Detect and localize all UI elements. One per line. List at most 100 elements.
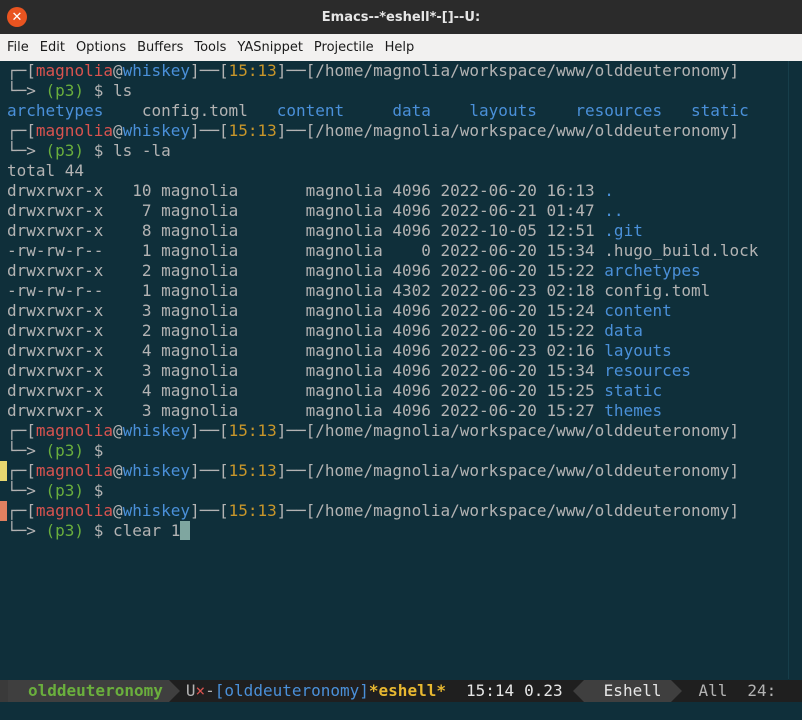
- prompt-separator: ]──[: [190, 61, 229, 80]
- ls-la-row: drwxrwxr-x 2 magnolia magnolia 4096 2022…: [7, 321, 643, 341]
- menu-tools[interactable]: Tools: [189, 40, 231, 55]
- prompt-separator: ]──[: [190, 421, 229, 440]
- col-spacer: [431, 401, 441, 420]
- ls-spacer: [344, 101, 392, 120]
- file-permissions: -rw-rw-r--: [7, 281, 104, 300]
- prompt-user: magnolia: [35, 421, 113, 440]
- prompt-input-line: └─> (p3) $ ls -la: [7, 141, 171, 161]
- file-time: 01:47: [546, 201, 595, 220]
- eshell-buffer[interactable]: ┌─[magnolia@whiskey]──[15:13]──[/home/ma…: [0, 61, 788, 679]
- prompt-dollar: $: [84, 441, 113, 460]
- file-permissions: drwxrwxr-x: [7, 361, 104, 380]
- file-links: 8: [141, 221, 152, 240]
- file-time: 15:34: [546, 361, 595, 380]
- col-spacer: [103, 381, 142, 400]
- prompt-host: whiskey: [122, 61, 191, 80]
- ls-spacer: [248, 101, 277, 120]
- file-size: 4096: [392, 381, 431, 400]
- col-spacer: [152, 261, 162, 280]
- col-spacer: [595, 241, 605, 260]
- ls-la-row: drwxrwxr-x 4 magnolia magnolia 4096 2022…: [7, 381, 662, 401]
- prompt-at: @: [112, 421, 123, 440]
- close-window-button[interactable]: ✕: [7, 7, 27, 27]
- col-spacer: [383, 401, 393, 420]
- file-links: 1: [141, 241, 152, 260]
- col-spacer: [103, 301, 142, 320]
- col-spacer: [152, 241, 162, 260]
- menu-projectile[interactable]: Projectile: [309, 40, 379, 55]
- file-time: 15:22: [546, 321, 595, 340]
- prompt-input-line: └─> (p3) $ ls: [7, 81, 132, 101]
- modeline-project[interactable]: olddeuteronomy: [8, 680, 169, 702]
- menu-buffers[interactable]: Buffers: [132, 40, 188, 55]
- modeline-major-mode[interactable]: Eshell: [583, 680, 672, 702]
- prompt-input-line: └─> (p3) $: [7, 441, 113, 461]
- prompt-time: 15:13: [228, 61, 277, 80]
- file-permissions: drwxrwxr-x: [7, 301, 104, 320]
- col-spacer: [152, 341, 162, 360]
- col-spacer: [383, 381, 393, 400]
- file-links: 10: [132, 181, 152, 200]
- col-spacer: [431, 261, 441, 280]
- modeline-dash: -: [205, 681, 215, 700]
- file-permissions: drwxrwxr-x: [7, 381, 104, 400]
- modeline-project-bracket[interactable]: [olddeuteronomy]: [215, 680, 369, 702]
- file-group: magnolia: [305, 241, 383, 260]
- file-links: 3: [141, 401, 152, 420]
- col-spacer: [431, 321, 441, 340]
- col-spacer: [595, 261, 605, 280]
- prompt-input-line: └─> (p3) $ clear 1: [7, 521, 191, 541]
- file-name: .: [604, 181, 614, 200]
- file-time: 12:51: [546, 221, 595, 240]
- file-name: content: [604, 301, 672, 320]
- col-spacer: [152, 321, 162, 340]
- menu-file[interactable]: File: [2, 40, 34, 55]
- col-spacer: [103, 201, 142, 220]
- minibuffer[interactable]: [0, 702, 802, 720]
- file-name: resources: [604, 361, 691, 380]
- prompt-path: /home/magnolia/workspace/www/olddeuteron…: [315, 61, 730, 80]
- file-size: 4096: [392, 221, 431, 240]
- prompt-corner-bottom: └─>: [7, 141, 46, 160]
- file-date: 2022-06-20: [440, 241, 537, 260]
- vertical-scrollbar[interactable]: [788, 61, 802, 679]
- file-date: 2022-06-23: [440, 281, 537, 300]
- col-spacer: [431, 221, 441, 240]
- col-spacer: [383, 321, 393, 340]
- prompt-time: 15:13: [228, 121, 277, 140]
- file-group: magnolia: [305, 321, 383, 340]
- file-name: archetypes: [604, 261, 701, 280]
- prompt-separator: ]──[: [276, 461, 316, 480]
- file-owner: magnolia: [161, 361, 239, 380]
- col-spacer: [238, 221, 305, 240]
- prompt-close: ]: [729, 421, 740, 440]
- file-size: 4096: [392, 301, 431, 320]
- ls-spacer: [749, 101, 788, 120]
- col-spacer: [595, 201, 605, 220]
- prompt-host: whiskey: [122, 421, 191, 440]
- col-spacer: [152, 301, 162, 320]
- menu-help[interactable]: Help: [380, 40, 420, 55]
- ls-la-row: drwxrwxr-x 10 magnolia magnolia 4096 202…: [7, 181, 614, 201]
- col-spacer: [103, 221, 142, 240]
- file-time: 15:25: [546, 381, 595, 400]
- menu-options[interactable]: Options: [71, 40, 131, 55]
- prompt-header-line: ┌─[magnolia@whiskey]──[15:13]──[/home/ma…: [7, 461, 739, 481]
- prompt-corner-top: ┌─[: [7, 501, 36, 520]
- file-links: 7: [141, 201, 152, 220]
- modeline-coding: U: [185, 681, 196, 700]
- menu-yasnippet[interactable]: YASnippet: [232, 40, 308, 55]
- ls-entry: resources: [575, 101, 663, 120]
- col-spacer: [431, 301, 441, 320]
- col-spacer: [238, 181, 305, 200]
- col-spacer: [383, 281, 393, 300]
- file-group: magnolia: [305, 221, 383, 240]
- col-spacer: [152, 221, 162, 240]
- file-size: 4096: [392, 181, 431, 200]
- menu-edit[interactable]: Edit: [35, 40, 70, 55]
- col-spacer: [152, 181, 162, 200]
- prompt-time: 15:13: [228, 501, 277, 520]
- col-spacer: [238, 321, 305, 340]
- modeline-buffer-name[interactable]: *eshell*: [369, 680, 446, 702]
- window-titlebar: ✕ Emacs--*eshell*-[]--U:: [0, 0, 802, 34]
